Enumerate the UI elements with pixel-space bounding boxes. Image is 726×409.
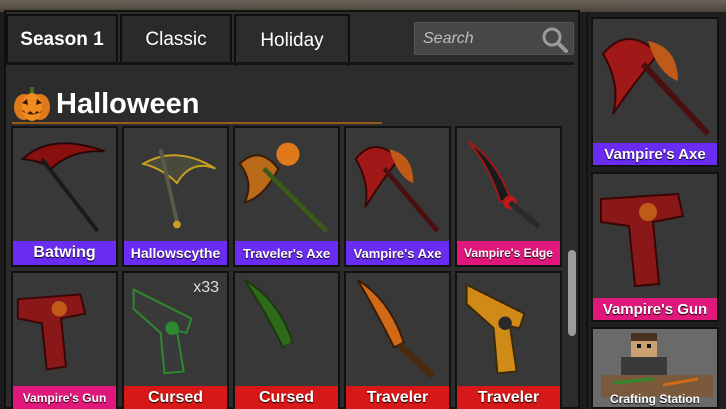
pumpkin-icon [14, 87, 50, 121]
item-name: Vampire's Gun [13, 386, 116, 409]
item-card-vampires-gun[interactable]: Vampire's Gun [11, 271, 118, 409]
item-card-cursed-gun[interactable]: x33 Cursed [122, 271, 229, 409]
item-name: Batwing [13, 241, 116, 265]
gun-icon [600, 192, 685, 288]
item-card-hallowscythe[interactable]: Hallowscythe [122, 126, 229, 267]
knife-icon [467, 140, 541, 229]
item-name: Crafting Station [610, 392, 700, 406]
item-name: Vampire's Gun [593, 298, 717, 320]
item-name: Cursed [235, 386, 338, 409]
item-card-vampires-axe[interactable]: Vampire's Axe [344, 126, 451, 267]
item-name: Cursed [124, 386, 227, 409]
tab-season-1[interactable]: Season 1 [6, 14, 118, 64]
section-underline [12, 122, 382, 124]
axe-icon [238, 142, 329, 233]
side-card-crafting-station[interactable]: Crafting Station [591, 327, 719, 409]
scythe-icon [20, 142, 105, 233]
gun-icon [16, 293, 87, 371]
item-count: x33 [193, 279, 219, 296]
item-name: Traveler's Axe [235, 241, 338, 265]
search-icon[interactable] [541, 26, 569, 54]
axe-icon [354, 146, 440, 233]
section-header: Halloween [12, 86, 199, 122]
item-name: Vampire's Axe [346, 241, 449, 265]
item-card-cursed-knife[interactable]: Cursed [233, 271, 340, 409]
item-card-traveler-knife[interactable]: Traveler [344, 271, 451, 409]
item-card-vampires-edge[interactable]: Vampire's Edge [455, 126, 562, 267]
item-card-batwing[interactable]: Batwing [11, 126, 118, 267]
gun-icon [465, 283, 526, 375]
tab-holiday[interactable]: Holiday [234, 14, 350, 66]
tab-divider [6, 62, 574, 65]
search-input[interactable] [423, 29, 543, 48]
scythe-icon [140, 148, 216, 229]
tab-classic[interactable]: Classic [120, 14, 232, 64]
item-name: Traveler [346, 386, 449, 409]
item-name: Hallowscythe [124, 241, 227, 265]
section-title: Halloween [56, 87, 200, 120]
search-box[interactable] [414, 22, 574, 55]
item-name: Traveler [457, 386, 560, 409]
side-panel-border [586, 14, 588, 409]
scrollbar[interactable] [568, 250, 576, 336]
side-card-vampires-axe[interactable]: Vampire's Axe [591, 17, 719, 167]
knife-icon [243, 279, 324, 379]
side-card-vampires-gun[interactable]: Vampire's Gun [591, 172, 719, 322]
axe-icon [601, 38, 711, 137]
item-name: Vampire's Edge [457, 241, 560, 265]
knife-icon [356, 279, 435, 379]
item-card-travelers-axe[interactable]: Traveler's Axe [233, 126, 340, 267]
item-name: Vampire's Axe [593, 143, 717, 165]
item-card-traveler-gun[interactable]: Traveler [455, 271, 562, 409]
